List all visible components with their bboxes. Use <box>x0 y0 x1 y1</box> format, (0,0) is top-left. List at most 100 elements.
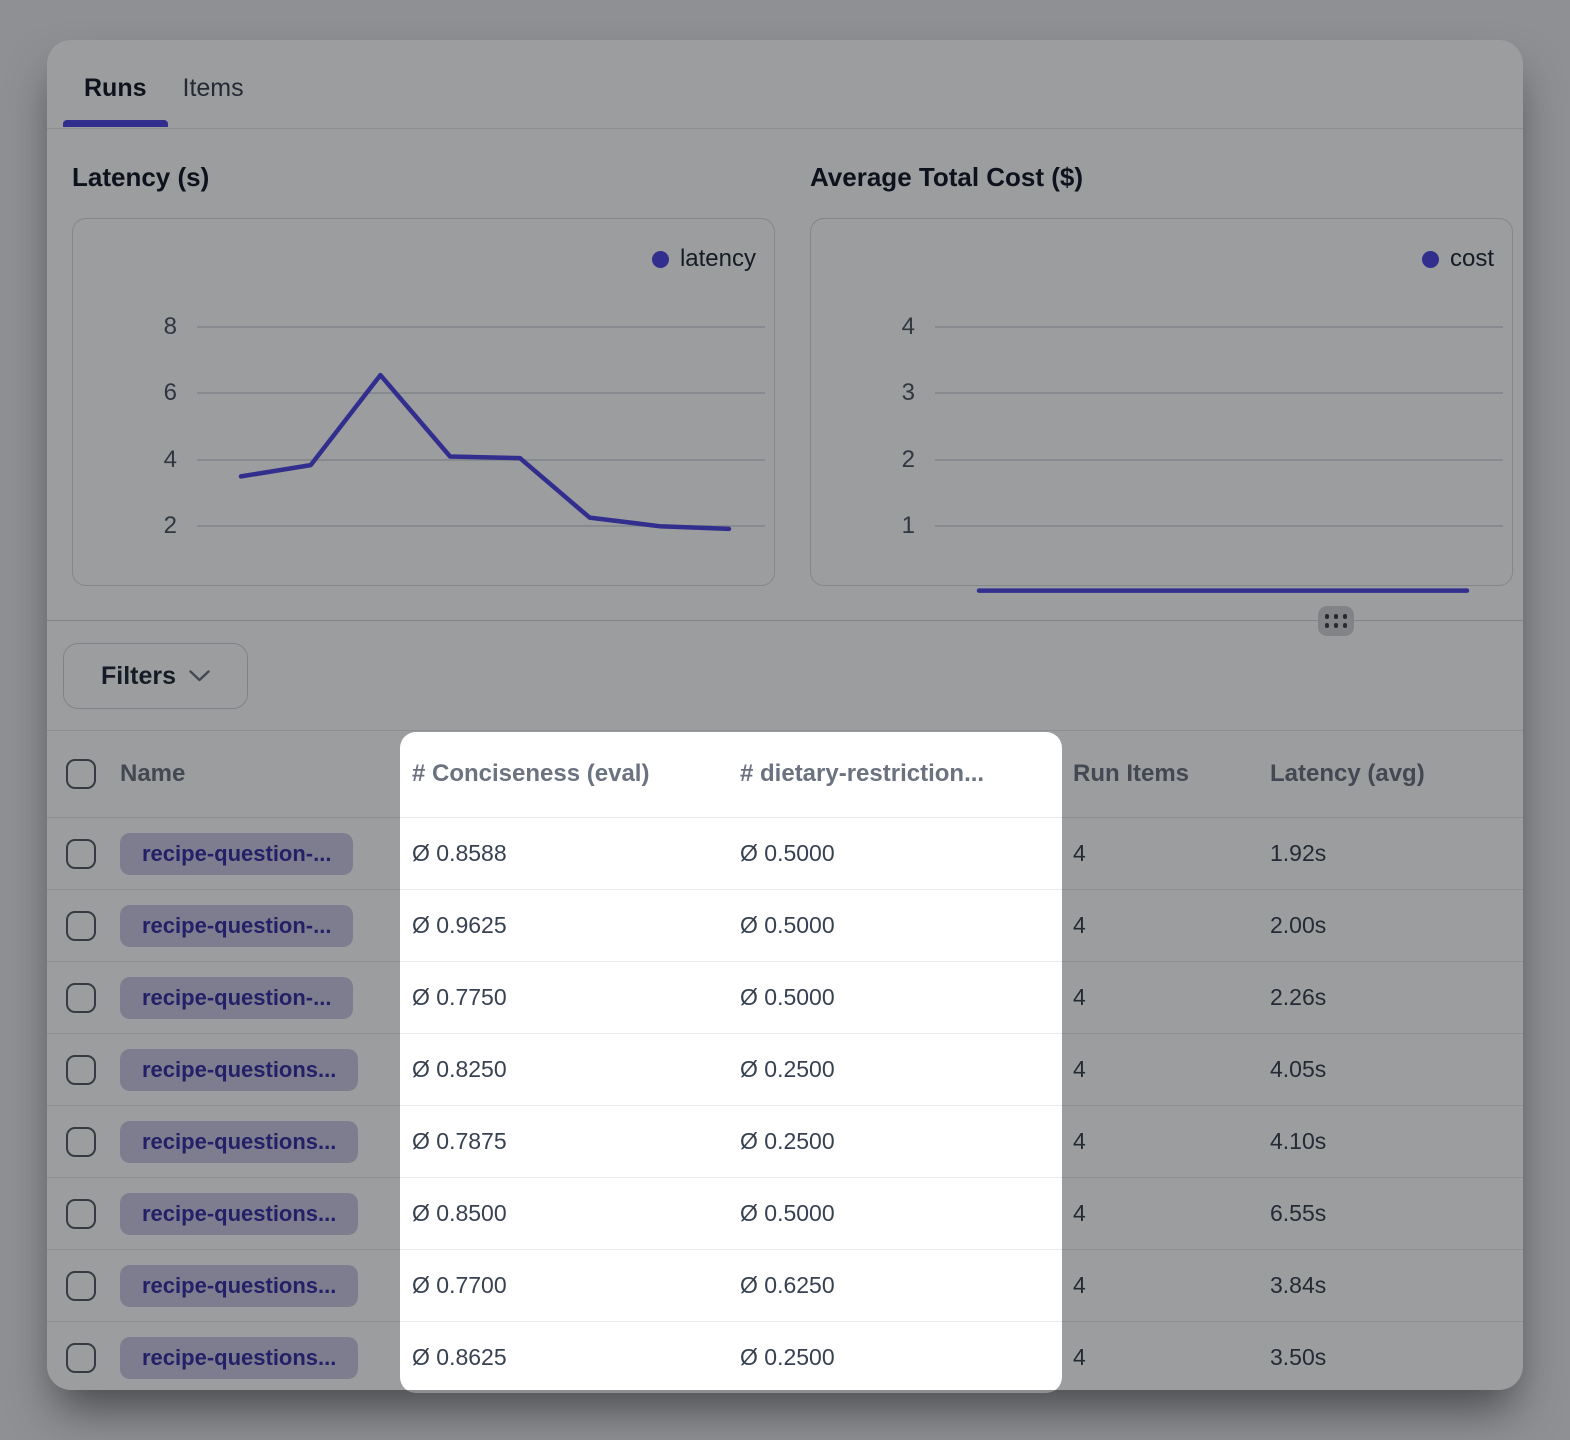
conciseness-value: Ø 0.8588 <box>412 818 507 889</box>
dietary-restriction-value: Ø 0.6250 <box>740 1250 835 1321</box>
latency-chart-title: Latency (s) <box>72 162 209 192</box>
dietary-restriction-value: Ø 0.5000 <box>740 818 835 889</box>
cost-ytick-3: 3 <box>811 378 915 408</box>
dietary-restriction-value: Ø 0.5000 <box>740 890 835 961</box>
latency-series-line <box>241 375 729 529</box>
latency-ytick-8: 8 <box>73 312 177 342</box>
tab-bar: Runs Items <box>63 70 244 127</box>
run-name-badge[interactable]: recipe-question-... <box>120 977 353 1019</box>
cost-legend: cost <box>1422 245 1494 273</box>
latency-legend: latency <box>652 245 756 273</box>
run-items-value: 4 <box>1073 1250 1086 1321</box>
tab-items[interactable]: Items <box>183 70 244 127</box>
runs-panel-card: Runs Items Latency (s) 8 6 4 2 <box>47 40 1523 1390</box>
run-items-value: 4 <box>1073 818 1086 889</box>
row-checkbox[interactable] <box>66 983 96 1013</box>
table-header: Name # Conciseness (eval) # dietary-rest… <box>47 730 1523 818</box>
column-header-conciseness: # Conciseness (eval) <box>412 731 649 817</box>
cost-chart-panel: 4 3 2 1 cost <box>810 218 1513 586</box>
run-items-value: 4 <box>1073 1034 1086 1105</box>
chevron-down-icon <box>189 670 210 682</box>
cost-ytick-1: 1 <box>811 511 915 541</box>
column-header-latency-avg: Latency (avg) <box>1270 731 1425 817</box>
column-header-name: Name <box>120 731 185 817</box>
latency-ytick-6: 6 <box>73 378 177 408</box>
run-name-badge[interactable]: recipe-questions... <box>120 1337 358 1379</box>
latency-chart-panel: 8 6 4 2 latency <box>72 218 775 586</box>
latency-ytick-2: 2 <box>73 511 177 541</box>
run-name-badge[interactable]: recipe-question-... <box>120 833 353 875</box>
cost-chart-title: Average Total Cost ($) <box>810 162 1083 192</box>
latency-avg-value: 3.50s <box>1270 1322 1326 1390</box>
latency-ytick-4: 4 <box>73 445 177 475</box>
dietary-restriction-value: Ø 0.2500 <box>740 1106 835 1177</box>
run-items-value: 4 <box>1073 890 1086 961</box>
resize-drag-handle[interactable] <box>1318 606 1354 636</box>
dietary-restriction-value: Ø 0.5000 <box>740 1178 835 1249</box>
table-row[interactable]: recipe-question-... Ø 0.9625 Ø 0.5000 4 … <box>47 890 1523 962</box>
table-row[interactable]: recipe-question-... Ø 0.7750 Ø 0.5000 4 … <box>47 962 1523 1034</box>
row-checkbox[interactable] <box>66 1127 96 1157</box>
tab-items-label: Items <box>183 74 244 102</box>
table-row[interactable]: recipe-question-... Ø 0.8588 Ø 0.5000 4 … <box>47 818 1523 890</box>
run-name-badge[interactable]: recipe-questions... <box>120 1049 358 1091</box>
latency-avg-value: 3.84s <box>1270 1250 1326 1321</box>
tabs-divider <box>47 128 1523 129</box>
filters-button[interactable]: Filters <box>63 643 248 709</box>
latency-avg-value: 1.92s <box>1270 818 1326 889</box>
conciseness-value: Ø 0.8625 <box>412 1322 507 1390</box>
latency-line-chart <box>73 219 774 585</box>
run-items-value: 4 <box>1073 1178 1086 1249</box>
table-row[interactable]: recipe-questions... Ø 0.7700 Ø 0.6250 4 … <box>47 1250 1523 1322</box>
row-checkbox[interactable] <box>66 911 96 941</box>
filters-button-label: Filters <box>101 662 176 691</box>
active-tab-indicator <box>63 120 168 127</box>
conciseness-value: Ø 0.9625 <box>412 890 507 961</box>
cost-ytick-2: 2 <box>811 445 915 475</box>
conciseness-value: Ø 0.8500 <box>412 1178 507 1249</box>
row-checkbox[interactable] <box>66 1271 96 1301</box>
row-checkbox[interactable] <box>66 1343 96 1373</box>
tab-runs[interactable]: Runs <box>63 70 168 127</box>
latency-avg-value: 4.10s <box>1270 1106 1326 1177</box>
latency-avg-value: 4.05s <box>1270 1034 1326 1105</box>
cost-legend-dot-icon <box>1422 251 1439 268</box>
run-name-badge[interactable]: recipe-questions... <box>120 1121 358 1163</box>
cost-line-chart <box>811 219 1512 585</box>
run-items-value: 4 <box>1073 1322 1086 1390</box>
row-checkbox[interactable] <box>66 1055 96 1085</box>
table-row[interactable]: recipe-questions... Ø 0.7875 Ø 0.2500 4 … <box>47 1106 1523 1178</box>
row-checkbox[interactable] <box>66 839 96 869</box>
run-name-badge[interactable]: recipe-questions... <box>120 1265 358 1307</box>
screenshot-stage: Runs Items Latency (s) 8 6 4 2 <box>0 0 1570 1440</box>
table-body: recipe-question-... Ø 0.8588 Ø 0.5000 4 … <box>47 818 1523 1390</box>
run-name-badge[interactable]: recipe-question-... <box>120 905 353 947</box>
column-header-dietary-restriction: # dietary-restriction... <box>740 731 984 817</box>
latency-legend-label: latency <box>680 245 756 273</box>
column-header-run-items: Run Items <box>1073 731 1189 817</box>
run-name-badge[interactable]: recipe-questions... <box>120 1193 358 1235</box>
table-row[interactable]: recipe-questions... Ø 0.8500 Ø 0.5000 4 … <box>47 1178 1523 1250</box>
table-row[interactable]: recipe-questions... Ø 0.8625 Ø 0.2500 4 … <box>47 1322 1523 1390</box>
run-items-value: 4 <box>1073 1106 1086 1177</box>
dietary-restriction-value: Ø 0.2500 <box>740 1034 835 1105</box>
cost-ytick-4: 4 <box>811 312 915 342</box>
cost-legend-label: cost <box>1450 245 1494 273</box>
row-checkbox[interactable] <box>66 1199 96 1229</box>
dietary-restriction-value: Ø 0.5000 <box>740 962 835 1033</box>
latency-avg-value: 2.26s <box>1270 962 1326 1033</box>
tab-runs-label: Runs <box>84 74 147 102</box>
conciseness-value: Ø 0.7875 <box>412 1106 507 1177</box>
latency-avg-value: 2.00s <box>1270 890 1326 961</box>
latency-avg-value: 6.55s <box>1270 1178 1326 1249</box>
table-row[interactable]: recipe-questions... Ø 0.8250 Ø 0.2500 4 … <box>47 1034 1523 1106</box>
select-all-checkbox[interactable] <box>66 759 96 789</box>
latency-legend-dot-icon <box>652 251 669 268</box>
conciseness-value: Ø 0.8250 <box>412 1034 507 1105</box>
conciseness-value: Ø 0.7700 <box>412 1250 507 1321</box>
section-divider <box>47 620 1523 621</box>
drag-dots-icon <box>1325 614 1348 628</box>
conciseness-value: Ø 0.7750 <box>412 962 507 1033</box>
run-items-value: 4 <box>1073 962 1086 1033</box>
dietary-restriction-value: Ø 0.2500 <box>740 1322 835 1390</box>
